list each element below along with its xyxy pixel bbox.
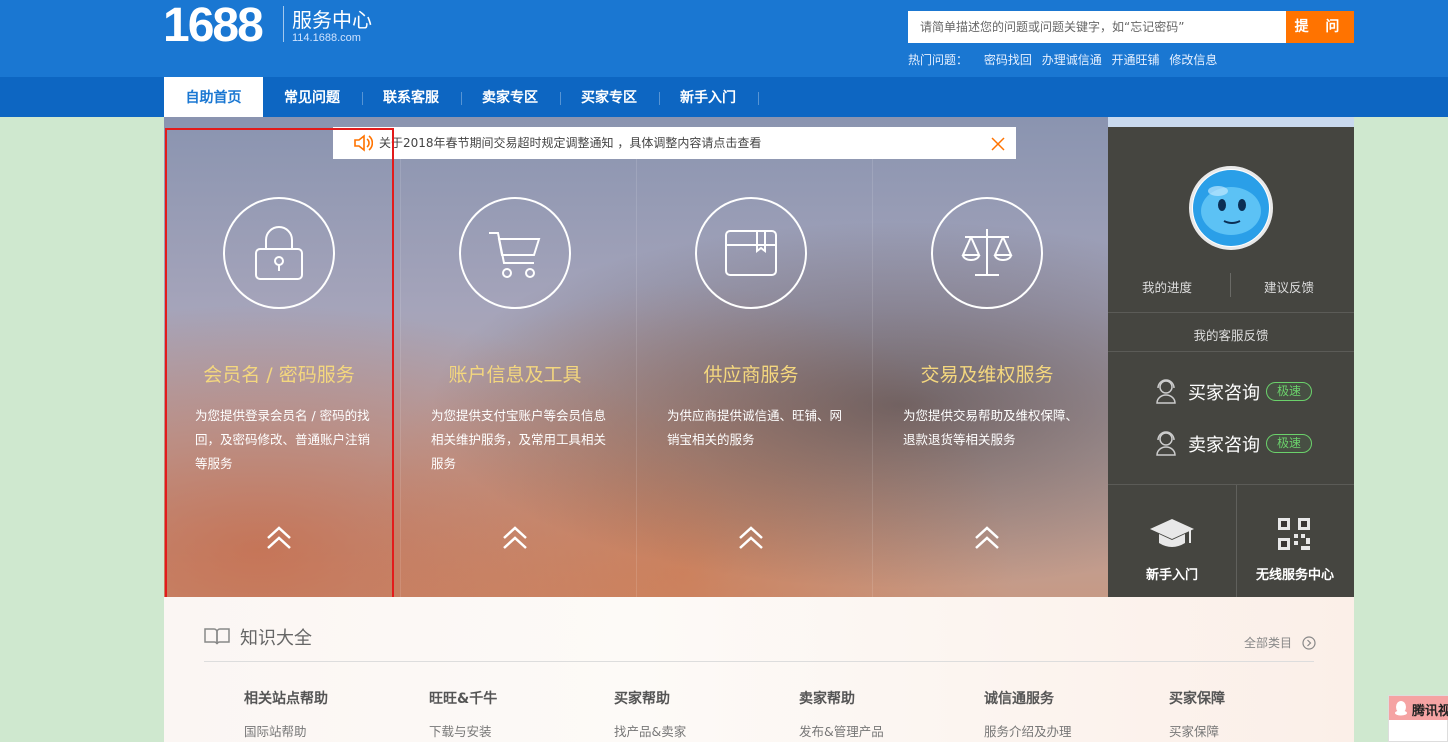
hot-link-shop[interactable]: 开通旺铺 <box>1112 53 1160 67</box>
kb-subcategory[interactable]: 服务介绍及办理 <box>984 721 1072 740</box>
wangwang-mascot-icon <box>1193 170 1269 246</box>
nav-item-newbie[interactable]: 新手入门 <box>662 77 754 117</box>
nav-item-contact[interactable]: 联系客服 <box>365 77 457 117</box>
hot-link-chengxintong[interactable]: 办理诚信通 <box>1042 53 1102 67</box>
service-card-trade[interactable]: 交易及维权服务 为您提供交易帮助及维权保障、退款退货等相关服务 <box>872 127 1108 597</box>
nav-item-seller[interactable]: 卖家专区 <box>464 77 556 117</box>
cart-icon <box>459 197 571 309</box>
header: 1688 服务中心 114.1688.com 请简单描述您的问题或问题关键字，如… <box>0 0 1448 77</box>
express-badge: 极速 <box>1266 382 1312 401</box>
suggestion-link[interactable]: 建议反馈 <box>1264 277 1314 296</box>
service-title: 交易及维权服务 <box>920 364 1054 386</box>
notice-text[interactable]: 关于2018年春节期间交易超时规定调整通知 ，具体调整内容请点击查看 <box>379 136 761 150</box>
kb-category[interactable]: 卖家帮助 <box>799 688 855 708</box>
qq-widget-header: 腾讯视 <box>1389 696 1448 720</box>
kb-category[interactable]: 相关站点帮助 <box>244 688 328 708</box>
kb-category[interactable]: 旺旺&千牛 <box>429 688 497 708</box>
main-nav: 自助首页 常见问题 联系客服 卖家专区 买家专区 新手入门 <box>0 77 1448 117</box>
nav-divider <box>362 92 363 105</box>
kb-subcategory[interactable]: 国际站帮助 <box>244 721 307 740</box>
kb-category[interactable]: 买家保障 <box>1169 688 1225 708</box>
mobile-service-link[interactable]: 无线服务中心 <box>1236 564 1354 583</box>
headset-user-icon <box>1156 431 1176 456</box>
service-card-account-tools[interactable]: 账户信息及工具 为您提供支付宝账户等会员信息相关维护服务，及常用工具相关服务 <box>400 127 636 597</box>
express-badge: 极速 <box>1266 434 1312 453</box>
logo-divider <box>283 6 284 42</box>
knowledge-section: 知识大全 全部类目 相关站点帮助 国际站帮助 旺旺&千牛 下载与安装 买家帮助 … <box>164 597 1354 742</box>
divider <box>1230 273 1231 297</box>
nav-divider <box>461 92 462 105</box>
nav-divider <box>758 92 759 105</box>
right-panel: 我的进度 建议反馈 我的客服反馈 买家咨询 极速 卖家咨询 极速 新手入门 无线… <box>1108 127 1354 597</box>
close-icon[interactable] <box>990 136 1006 152</box>
service-title: 账户信息及工具 <box>448 364 582 386</box>
my-feedback-link[interactable]: 我的客服反馈 <box>1108 325 1354 344</box>
nav-item-buyer[interactable]: 买家专区 <box>563 77 655 117</box>
nav-divider <box>560 92 561 105</box>
box-icon <box>695 197 807 309</box>
divider <box>1108 351 1354 352</box>
chevron-up-icon[interactable] <box>501 524 529 552</box>
chevron-right-circle-icon <box>1302 636 1316 650</box>
buyer-consult-label: 买家咨询 <box>1188 383 1260 404</box>
kb-subcategory[interactable]: 下载与安装 <box>429 721 492 740</box>
all-categories-label: 全部类目 <box>1244 636 1293 650</box>
service-title: 供应商服务 <box>703 364 799 386</box>
hot-questions: 热门问题： 密码找回 办理诚信通 开通旺铺 修改信息 <box>908 51 1223 68</box>
kb-subcategory[interactable]: 发布&管理产品 <box>799 721 884 740</box>
seller-consult-button[interactable]: 卖家咨询 极速 <box>1154 429 1312 459</box>
avatar[interactable] <box>1189 166 1273 250</box>
nav-item-home[interactable]: 自助首页 <box>164 77 263 117</box>
service-desc: 为供应商提供诚信通、旺铺、网销宝相关的服务 <box>667 408 843 447</box>
ask-button[interactable]: 提 问 <box>1286 11 1354 43</box>
buyer-consult-button[interactable]: 买家咨询 极速 <box>1154 377 1312 407</box>
all-categories-link[interactable]: 全部类目 <box>1244 634 1316 651</box>
nav-divider <box>659 92 660 105</box>
my-progress-link[interactable]: 我的进度 <box>1142 277 1192 296</box>
kb-subcategory[interactable]: 买家保障 <box>1169 721 1219 740</box>
kb-category[interactable]: 买家帮助 <box>614 688 670 708</box>
book-icon <box>204 628 230 645</box>
hot-link-password[interactable]: 密码找回 <box>984 53 1032 67</box>
service-desc: 为您提供交易帮助及维权保障、退款退货等相关服务 <box>903 408 1079 447</box>
qq-video-widget[interactable]: 腾讯视 <box>1388 695 1448 742</box>
service-desc: 为您提供支付宝账户等会员信息相关维护服务，及常用工具相关服务 <box>431 408 607 471</box>
knowledge-title: 知识大全 <box>240 628 312 649</box>
selection-highlight <box>165 128 394 610</box>
notice-bar[interactable]: 关于2018年春节期间交易超时规定调整通知 ，具体调整内容请点击查看 <box>333 127 1016 159</box>
kb-subcategory[interactable]: 找产品&卖家 <box>614 721 686 740</box>
qq-penguin-icon <box>1395 701 1407 716</box>
scale-icon <box>931 197 1043 309</box>
hot-questions-label: 热门问题： <box>908 53 969 67</box>
newbie-link[interactable]: 新手入门 <box>1108 564 1236 583</box>
qr-code-icon[interactable] <box>1277 517 1311 551</box>
search-input[interactable]: 请简单描述您的问题或问题关键字，如“忘记密码” <box>908 11 1286 43</box>
headset-user-icon <box>1156 379 1176 404</box>
divider <box>1108 312 1354 313</box>
seller-consult-label: 卖家咨询 <box>1188 435 1260 456</box>
hot-link-edit-info[interactable]: 修改信息 <box>1169 53 1217 67</box>
divider <box>204 661 1314 662</box>
graduation-cap-icon[interactable] <box>1149 517 1195 551</box>
service-card-supplier[interactable]: 供应商服务 为供应商提供诚信通、旺铺、网销宝相关的服务 <box>636 127 872 597</box>
divider <box>1108 484 1354 485</box>
qq-widget-label: 腾讯视 <box>1412 704 1448 719</box>
chevron-up-icon[interactable] <box>737 524 765 552</box>
logo-domain: 114.1688.com <box>292 32 361 44</box>
nav-item-faq[interactable]: 常见问题 <box>266 77 358 117</box>
kb-category[interactable]: 诚信通服务 <box>984 688 1054 708</box>
logo[interactable]: 1688 <box>163 0 264 53</box>
chevron-up-icon[interactable] <box>973 524 1001 552</box>
logo-title[interactable]: 服务中心 <box>292 4 372 33</box>
